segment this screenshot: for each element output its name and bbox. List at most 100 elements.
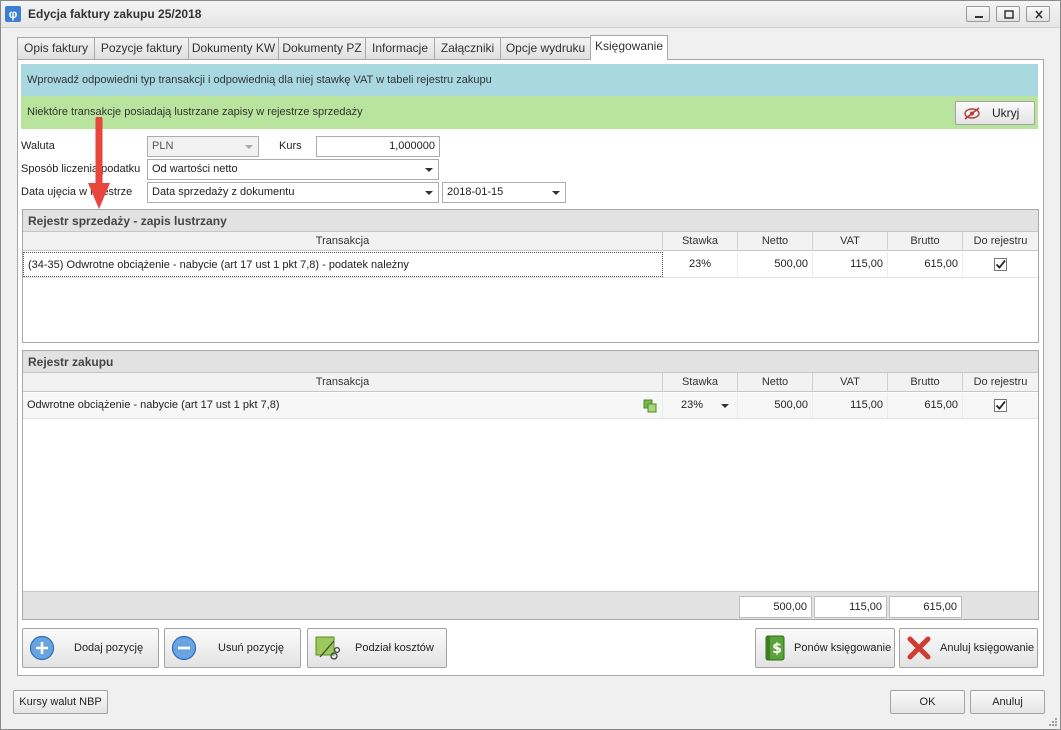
total-vat: 115,00 (814, 596, 887, 618)
entry-date-mode-value: Data sprzedaży z dokumentu (152, 186, 295, 198)
ksiegowanie-panel: Wprowadź odpowiedni typ transakcji i odp… (17, 59, 1044, 676)
nbp-rates-button[interactable]: Kursy walut NBP (13, 690, 108, 714)
money-book-icon: $ (765, 635, 785, 661)
rate-cell[interactable]: 23% (663, 252, 738, 277)
rate-dropdown[interactable]: 23% (663, 393, 738, 418)
minus-circle-icon (171, 635, 197, 661)
col-transakcja[interactable]: Transakcja (23, 232, 663, 251)
totals-bar: 500,00 115,00 615,00 (23, 591, 1038, 619)
col-netto[interactable]: Netto (738, 373, 813, 392)
tab-opis-faktury[interactable]: Opis faktury (17, 37, 95, 59)
gross-cell[interactable]: 615,00 (888, 252, 963, 277)
svg-text:$: $ (772, 641, 782, 657)
to-register-checkbox[interactable] (994, 258, 1007, 271)
red-x-icon (907, 636, 931, 660)
currency-value: PLN (152, 140, 174, 152)
rate-input[interactable]: 1,000000 (316, 136, 440, 157)
tax-method-label: Sposób liczenia podatku (21, 163, 141, 175)
entry-date-picker[interactable]: 2018-01-15 (442, 182, 566, 203)
col-do-rejestru[interactable]: Do rejestru (963, 232, 1038, 251)
plus-circle-icon (29, 635, 55, 661)
repost-label: Ponów księgowanie (794, 642, 892, 654)
annotation-arrow-icon (88, 117, 110, 209)
to-register-cell[interactable] (963, 252, 1038, 277)
add-position-label: Dodaj pozycję (74, 642, 144, 654)
total-net: 500,00 (739, 596, 812, 618)
purchase-register-header: Transakcja Stawka Netto VAT Brutto Do re… (23, 373, 1038, 392)
tab-informacje[interactable]: Informacje (365, 37, 435, 59)
table-row[interactable]: Odwrotne obciążenie - nabycie (art 17 us… (23, 393, 1038, 419)
tab-opcje-wydruku[interactable]: Opcje wydruku (500, 37, 591, 59)
col-stawka[interactable]: Stawka (663, 373, 738, 392)
close-button[interactable] (1026, 6, 1050, 22)
sales-register-title: Rejestr sprzedaży - zapis lustrzany (23, 210, 1038, 232)
to-register-cell[interactable] (963, 393, 1038, 418)
info-green-text: Niektóre transakcje posiadają lustrzane … (27, 106, 363, 118)
entry-date-label: Data ujęcia w rejestrze (21, 186, 133, 198)
vat-cell[interactable]: 115,00 (813, 393, 888, 418)
tab-dokumenty-kw[interactable]: Dokumenty KW (188, 37, 279, 59)
total-gross: 615,00 (889, 596, 962, 618)
table-row[interactable]: (34-35) Odwrotne obciążenie - nabycie (a… (23, 252, 1038, 278)
tab-dokumenty-pz[interactable]: Dokumenty PZ (278, 37, 366, 59)
transaction-cell[interactable]: Odwrotne obciążenie - nabycie (art 17 us… (23, 393, 663, 418)
window-title: Edycja faktury zakupu 25/2018 (28, 7, 202, 21)
eye-hidden-icon (964, 107, 980, 120)
resize-grip-icon[interactable] (1047, 716, 1059, 728)
maximize-button[interactable] (996, 6, 1020, 22)
net-cell[interactable]: 500,00 (738, 393, 813, 418)
tab-pozycje-faktury[interactable]: Pozycje faktury (94, 37, 189, 59)
tax-method-value: Od wartości netto (152, 163, 238, 175)
cost-split-icon (315, 636, 340, 660)
close-icon (1035, 10, 1043, 19)
hide-button[interactable]: Ukryj (955, 101, 1035, 125)
col-vat[interactable]: VAT (813, 373, 888, 392)
remove-position-label: Usuń pozycję (218, 642, 285, 654)
cost-split-button[interactable]: Podział kosztów (307, 628, 447, 668)
checkmark-icon (995, 259, 1006, 269)
entry-date-mode-select[interactable]: Data sprzedaży z dokumentu (147, 182, 439, 203)
remove-position-button[interactable]: Usuń pozycję (164, 628, 301, 668)
col-netto[interactable]: Netto (738, 232, 813, 251)
tax-method-select[interactable]: Od wartości netto (147, 159, 439, 180)
checkmark-icon (995, 400, 1006, 410)
to-register-checkbox[interactable] (994, 399, 1007, 412)
info-banner-blue: Wprowadź odpowiedni typ transakcji i odp… (21, 64, 1038, 96)
col-vat[interactable]: VAT (813, 232, 888, 251)
minimize-button[interactable] (966, 6, 990, 22)
gross-cell[interactable]: 615,00 (888, 393, 963, 418)
col-transakcja[interactable]: Transakcja (23, 373, 663, 392)
hide-button-label: Ukryj (992, 106, 1020, 120)
chevron-down-icon (425, 191, 433, 195)
col-brutto[interactable]: Brutto (888, 232, 963, 251)
tab-ksiegowanie[interactable]: Księgowanie (590, 35, 668, 60)
currency-label: Waluta (21, 140, 55, 152)
add-position-button[interactable]: Dodaj pozycję (22, 628, 159, 668)
repost-button[interactable]: $ Ponów księgowanie (755, 628, 895, 668)
cancel-button[interactable]: Anuluj (970, 690, 1045, 714)
tab-zalaczniki[interactable]: Załączniki (434, 37, 501, 59)
chevron-down-icon (721, 404, 729, 408)
mirror-entry-icon[interactable] (643, 399, 657, 413)
rate-value: 23% (681, 399, 704, 411)
col-do-rejestru[interactable]: Do rejestru (963, 373, 1038, 392)
ok-button[interactable]: OK (890, 690, 965, 714)
chevron-down-icon (425, 168, 433, 172)
chevron-down-icon (245, 145, 253, 149)
info-banner-green: Niektóre transakcje posiadają lustrzane … (21, 96, 1038, 129)
col-stawka[interactable]: Stawka (663, 232, 738, 251)
title-bar[interactable]: φ Edycja faktury zakupu 25/2018 (1, 1, 1060, 28)
vat-cell[interactable]: 115,00 (813, 252, 888, 277)
entry-date-value: 2018-01-15 (447, 186, 504, 198)
transaction-cell[interactable]: (34-35) Odwrotne obciążenie - nabycie (a… (23, 252, 663, 277)
cancel-posting-button[interactable]: Anuluj księgowanie (899, 628, 1038, 668)
col-brutto[interactable]: Brutto (888, 373, 963, 392)
invoice-edit-window: φ Edycja faktury zakupu 25/2018 Opis fak… (0, 0, 1061, 730)
rate-label: Kurs (279, 140, 302, 152)
purchase-register-panel: Rejestr zakupu Transakcja Stawka Netto V… (22, 350, 1039, 620)
app-icon: φ (5, 6, 21, 22)
currency-select[interactable]: PLN (147, 136, 259, 157)
net-cell[interactable]: 500,00 (738, 252, 813, 277)
sales-register-panel: Rejestr sprzedaży - zapis lustrzany Tran… (22, 209, 1039, 343)
minimize-icon (975, 16, 983, 18)
